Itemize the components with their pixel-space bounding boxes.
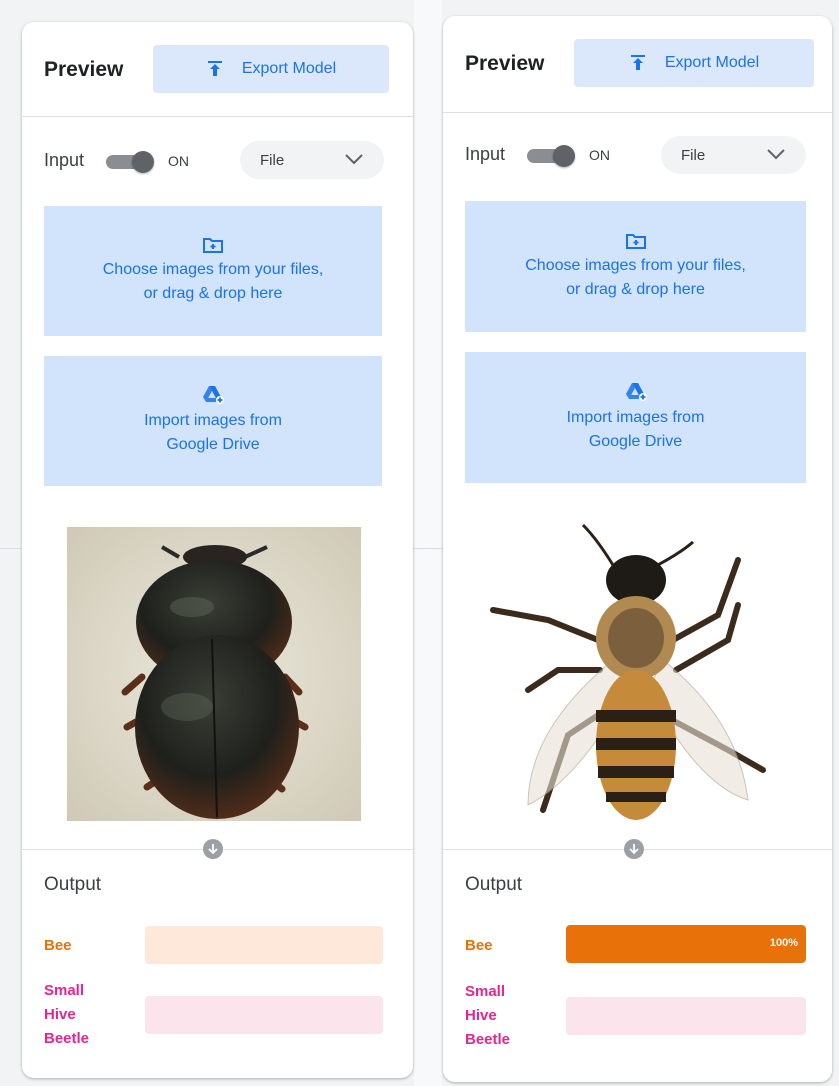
drive-line-1: Import images from <box>566 408 705 426</box>
input-source-value: File <box>260 151 285 169</box>
preview-image <box>488 520 788 820</box>
chevron-down-icon <box>767 149 785 160</box>
page-title: Preview <box>465 52 545 75</box>
output-label: Output <box>465 874 523 895</box>
class-label-small-hive-beetle: Small Hive Beetle <box>44 979 89 1051</box>
confidence-fill-bee: 100% <box>566 925 806 963</box>
toggle-state-text: ON <box>168 152 190 169</box>
drive-line-1: Import images from <box>144 412 282 429</box>
panel-header: Preview Export Model <box>22 22 413 117</box>
class-label-bee: Bee <box>44 934 72 958</box>
export-model-button[interactable]: Export Model <box>574 39 814 87</box>
folder-add-icon <box>625 233 646 249</box>
class-label-line: Bee <box>44 937 72 954</box>
bee-image <box>488 520 788 820</box>
chevron-down-icon <box>345 154 363 165</box>
upload-line-1: Choose images from your files, <box>525 256 746 274</box>
upload-icon <box>207 61 222 76</box>
upload-line-2: or drag & drop here <box>143 285 283 302</box>
google-drive-icon <box>203 386 224 404</box>
class-label-bee: Bee <box>465 934 493 958</box>
input-label: Input <box>44 150 85 170</box>
confidence-bar-bee: 100% <box>566 925 806 963</box>
input-row: Input ON <box>44 150 190 173</box>
confidence-bar-small-hive-beetle <box>566 997 806 1035</box>
confidence-bar-bee <box>145 926 383 964</box>
export-model-label: Export Model <box>241 60 337 77</box>
preview-image <box>67 527 361 821</box>
input-label: Input <box>465 144 506 164</box>
drive-line-2: Google Drive <box>588 432 683 450</box>
arrow-down-icon <box>624 839 644 859</box>
toggle-state-text: ON <box>589 146 611 163</box>
input-toggle[interactable] <box>527 144 576 167</box>
google-drive-import[interactable]: Import images from Google Drive <box>44 356 382 486</box>
class-label-line: Small <box>465 983 506 1000</box>
google-drive-icon <box>625 382 647 401</box>
beetle-image <box>67 527 361 821</box>
class-label-line: Beetle <box>465 1031 511 1048</box>
drive-line-2: Google Drive <box>166 436 260 453</box>
export-model-button[interactable]: Export Model <box>153 45 389 93</box>
page-title: Preview <box>44 58 124 81</box>
toggle-knob <box>553 144 576 167</box>
input-row: Input ON <box>465 144 611 167</box>
upload-dropzone[interactable]: Choose images from your files, or drag &… <box>44 206 382 336</box>
panel-header: Preview Export Model <box>443 16 832 113</box>
upload-icon <box>630 55 645 70</box>
class-label-small-hive-beetle: Small Hive Beetle <box>465 980 510 1052</box>
input-toggle[interactable] <box>106 150 155 173</box>
class-label-line: Small <box>44 982 85 999</box>
upload-dropzone[interactable]: Choose images from your files, or drag &… <box>465 201 806 332</box>
class-label-line: Beetle <box>44 1030 90 1047</box>
class-label-line: Hive <box>465 1007 497 1024</box>
google-drive-import[interactable]: Import images from Google Drive <box>465 352 806 483</box>
confidence-percent: 100% <box>769 937 798 949</box>
folder-add-icon <box>203 238 223 253</box>
upload-line-2: or drag & drop here <box>566 280 705 298</box>
toggle-knob <box>132 150 155 173</box>
class-label-line: Hive <box>44 1006 76 1023</box>
input-source-select[interactable]: File <box>661 136 806 174</box>
preview-panel-left: Preview Export Model Input ON File Choos… <box>22 22 413 1078</box>
upload-line-1: Choose images from your files, <box>102 261 324 278</box>
preview-panel-right: Preview Export Model Input ON File Choos… <box>443 16 832 1082</box>
input-source-value: File <box>681 146 706 164</box>
confidence-bar-small-hive-beetle <box>145 996 383 1034</box>
input-source-select[interactable]: File <box>240 141 384 179</box>
output-label: Output <box>44 874 102 895</box>
class-label-line: Bee <box>465 937 493 954</box>
export-model-label: Export Model <box>664 54 760 71</box>
arrow-down-icon <box>203 839 223 859</box>
